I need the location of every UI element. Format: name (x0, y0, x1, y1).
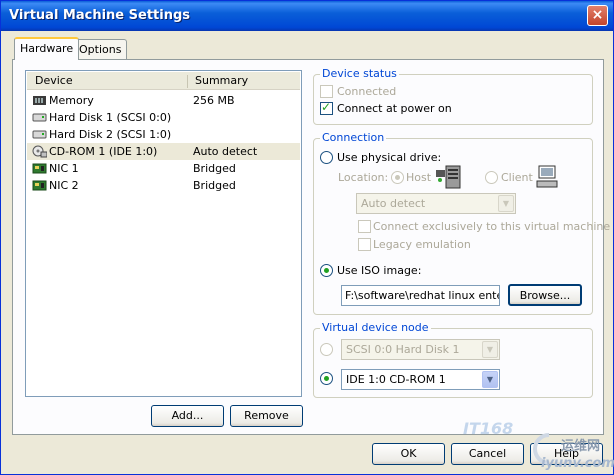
client-radio[interactable] (485, 171, 498, 184)
window-title: Virtual Machine Settings (9, 8, 191, 23)
device-row-nic-1[interactable]: NIC 1 Bridged (27, 160, 300, 177)
network-card-icon (32, 180, 47, 191)
tab-hardware[interactable]: Hardware (14, 37, 80, 60)
watermark-url-text: iyunv.com (541, 456, 614, 471)
it168-watermark: IT168 (463, 419, 514, 438)
column-header-summary[interactable]: Summary (195, 74, 248, 87)
device-summary: Bridged (193, 162, 236, 175)
drive-select-value: Auto detect (361, 197, 426, 210)
ide-node-radio[interactable] (320, 372, 333, 385)
location-label: Location: (338, 171, 389, 184)
chevron-down-icon[interactable]: ▼ (498, 195, 514, 212)
use-iso-image-radio[interactable] (320, 264, 333, 277)
client-label: Client (501, 171, 533, 184)
device-name: Hard Disk 1 (SCSI 0:0) (49, 111, 172, 124)
ok-button[interactable]: OK (372, 443, 445, 465)
connect-at-power-on-label: Connect at power on (337, 102, 452, 115)
cancel-button[interactable]: Cancel (451, 443, 524, 465)
tab-options[interactable]: Options (73, 39, 128, 59)
use-iso-image-label: Use ISO image: (337, 264, 422, 277)
scsi-node-radio[interactable] (320, 343, 333, 356)
iso-path-value: F:\software\redhat linux enterpri (345, 289, 499, 302)
virtual-device-node-title: Virtual device node (320, 321, 431, 334)
device-status-group: Device status (313, 67, 593, 125)
device-name: CD-ROM 1 (IDE 1:0) (49, 145, 158, 158)
device-row-hard-disk-2[interactable]: Hard Disk 2 (SCSI 1:0) (27, 126, 300, 143)
cdrom-icon (32, 145, 47, 158)
iso-path-input[interactable]: F:\software\redhat linux enterpri (341, 285, 500, 306)
chevron-down-icon[interactable]: ▼ (482, 341, 498, 358)
legacy-emulation-checkbox[interactable] (358, 238, 371, 251)
device-name: Hard Disk 2 (SCSI 1:0) (49, 128, 172, 141)
device-row-cdrom-1[interactable]: CD-ROM 1 (IDE 1:0) Auto detect (27, 143, 300, 160)
close-button[interactable]: × (587, 5, 608, 26)
device-status-title: Device status (320, 67, 399, 80)
column-separator[interactable] (187, 75, 188, 88)
device-list-header: Device Summary (27, 72, 300, 90)
use-physical-drive-label: Use physical drive: (337, 151, 442, 164)
connect-at-power-on-checkbox[interactable]: ✓ (320, 100, 333, 115)
connected-checkbox[interactable] (320, 85, 333, 98)
ide-node-value: IDE 1:0 CD-ROM 1 (346, 373, 446, 386)
device-summary: Auto detect (193, 145, 258, 158)
ide-node-select[interactable]: IDE 1:0 CD-ROM 1 ▼ (341, 369, 500, 390)
host-computer-icon (436, 165, 461, 189)
client-computer-icon (536, 165, 558, 188)
dialog-window: Virtual Machine Settings × Hardware Opti… (0, 0, 614, 475)
hard-disk-icon (32, 130, 47, 139)
device-row-hard-disk-1[interactable]: Hard Disk 1 (SCSI 0:0) (27, 109, 300, 126)
host-radio[interactable] (391, 171, 404, 184)
connect-exclusively-checkbox[interactable] (358, 220, 371, 233)
add-button[interactable]: Add... (151, 405, 224, 427)
device-summary: 256 MB (193, 94, 235, 107)
connect-exclusively-label: Connect exclusively to this virtual mach… (373, 220, 611, 233)
connected-label: Connected (337, 85, 397, 98)
memory-icon (33, 96, 46, 105)
remove-button[interactable]: Remove (230, 405, 303, 427)
chevron-down-icon[interactable]: ▼ (482, 371, 498, 388)
checkmark-icon: ✓ (321, 100, 332, 114)
watermark-cn-text: 运维网 (561, 439, 601, 454)
title-bar[interactable]: Virtual Machine Settings × (1, 1, 613, 31)
device-summary: Bridged (193, 179, 236, 192)
drive-select[interactable]: Auto detect ▼ (356, 193, 516, 214)
device-row-nic-2[interactable]: NIC 2 Bridged (27, 177, 300, 194)
browse-button[interactable]: Browse... (508, 284, 582, 306)
connection-title: Connection (320, 131, 387, 144)
device-name: NIC 1 (49, 162, 79, 175)
use-physical-drive-radio[interactable] (320, 151, 333, 164)
hard-disk-icon (32, 113, 47, 122)
column-header-device[interactable]: Device (35, 74, 73, 87)
scsi-node-select[interactable]: SCSI 0:0 Hard Disk 1 ▼ (341, 339, 500, 360)
scsi-node-value: SCSI 0:0 Hard Disk 1 (346, 343, 460, 356)
device-name: Memory (49, 94, 94, 107)
device-row-memory[interactable]: Memory 256 MB (27, 92, 300, 109)
legacy-emulation-label: Legacy emulation (373, 238, 471, 251)
network-card-icon (32, 163, 47, 174)
host-label: Host (406, 171, 432, 184)
device-name: NIC 2 (49, 179, 79, 192)
device-list[interactable]: Device Summary Memory 256 MB Hard Disk 1… (25, 70, 302, 397)
